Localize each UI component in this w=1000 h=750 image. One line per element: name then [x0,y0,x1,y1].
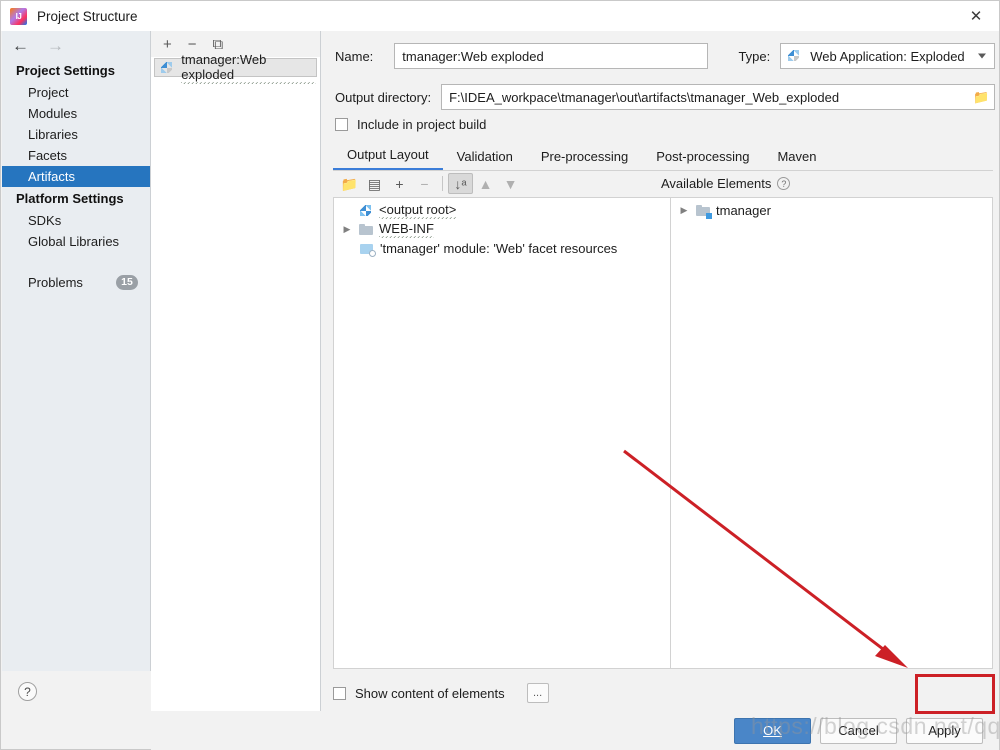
sidebar-item-label: Artifacts [28,169,75,184]
problems-count-badge: 15 [116,275,138,290]
project-structure-dialog: Project Structure ✕ ← → Project Settings… [0,0,1000,750]
artifact-icon [161,61,175,75]
sidebar-item-label: SDKs [28,213,61,228]
chevron-down-icon [978,54,986,59]
back-arrow-icon[interactable]: ← [12,37,29,54]
output-directory-row: Output directory: F:\IDEA_workpace\tmana… [335,84,995,110]
tree-row[interactable]: <output root> [334,201,670,220]
help-icon[interactable]: ? [777,177,790,190]
sidebar-nav: ← → [2,31,150,59]
artifact-name-label: tmanager:Web exploded [181,52,316,84]
sidebar-item-label: Project [28,85,68,100]
sidebar-item-project[interactable]: Project [2,82,150,103]
show-content-row[interactable]: Show content of elements ... [333,683,549,703]
artifact-icon [788,49,803,63]
watermark-text: https://blog.csdn.net/qq_43 [751,713,1000,740]
tree-twisty[interactable]: ▶ [340,224,354,235]
sidebar: ← → Project Settings Project Modules Lib… [2,31,151,711]
remove-element-icon[interactable]: − [412,173,437,194]
sidebar-item-sdks[interactable]: SDKs [2,210,150,231]
name-row: Name: tmanager:Web exploded Type: Web Ap… [335,43,995,69]
sidebar-item-problems[interactable]: Problems 15 [2,271,150,293]
include-in-project-build-label: Include in project build [357,117,486,132]
toolbar-separator [442,176,443,191]
type-label: Type: [738,49,770,64]
tree-twisty[interactable]: ▶ [677,205,691,216]
sidebar-item-libraries[interactable]: Libraries [2,124,150,145]
module-icon [696,204,711,218]
sidebar-item-label: Facets [28,148,67,163]
name-input-value: tmanager:Web exploded [402,49,543,64]
artifact-root-icon [359,204,374,218]
available-elements-tree[interactable]: ▶ tmanager [671,198,992,668]
create-directory-icon[interactable]: 📁 [337,173,362,194]
help-icon[interactable]: ? [18,682,37,701]
tree-row[interactable]: 'tmanager' module: 'Web' facet resources [334,239,670,258]
show-content-of-elements-checkbox[interactable] [333,687,346,700]
tab-pre-processing[interactable]: Pre-processing [527,149,642,170]
window-title: Project Structure [37,9,138,24]
artifacts-list-panel: + − ⧉ tmanager:Web exploded [151,31,321,711]
include-in-project-build-checkbox[interactable] [335,118,348,131]
output-directory-label: Output directory: [335,90,431,105]
sidebar-item-artifacts[interactable]: Artifacts [2,166,150,187]
tab-post-processing[interactable]: Post-processing [642,149,763,170]
add-copy-of-icon[interactable]: + [387,173,412,194]
tab-validation[interactable]: Validation [443,149,527,170]
name-label: Name: [335,49,373,64]
artifact-detail-pane: Name: tmanager:Web exploded Type: Web Ap… [321,31,999,711]
title-bar: Project Structure ✕ [1,1,999,31]
tree-row-label: 'tmanager' module: 'Web' facet resources [380,241,617,256]
remove-artifact-button[interactable]: − [188,37,197,52]
sidebar-item-global-libraries[interactable]: Global Libraries [2,231,150,252]
list-item[interactable]: tmanager:Web exploded [154,58,317,77]
layout-trees: <output root> ▶ WEB-INF 'tmanager' modul… [333,197,993,669]
tab-output-layout[interactable]: Output Layout [333,147,443,170]
sidebar-item-label: Modules [28,106,77,121]
intellij-idea-icon [10,8,27,25]
tree-row-label: <output root> [379,202,456,219]
sidebar-item-modules[interactable]: Modules [2,103,150,124]
output-directory-value: F:\IDEA_workpace\tmanager\out\artifacts\… [449,90,839,105]
name-input[interactable]: tmanager:Web exploded [394,43,708,69]
add-artifact-button[interactable]: + [163,37,172,52]
tree-row-label: tmanager [716,203,771,218]
move-down-icon[interactable]: ▼ [498,173,523,194]
create-archive-icon[interactable]: ▤ [362,173,387,194]
forward-arrow-icon[interactable]: → [47,37,64,54]
available-elements-header: Available Elements ? [661,171,790,196]
help-area: ? [2,671,151,711]
tree-row[interactable]: ▶ WEB-INF [334,220,670,239]
type-combobox-value: Web Application: Exploded [810,49,964,64]
close-icon[interactable]: ✕ [953,1,999,31]
copy-artifact-button[interactable]: ⧉ [213,37,224,52]
sidebar-divider [2,252,150,271]
output-directory-input[interactable]: F:\IDEA_workpace\tmanager\out\artifacts\… [441,84,995,110]
sidebar-item-label: Global Libraries [28,234,119,249]
sidebar-item-label: Problems [28,275,83,290]
folder-browse-icon[interactable]: 📁 [973,91,989,104]
folder-icon [359,223,374,237]
show-content-options-button[interactable]: ... [527,683,549,703]
sidebar-heading-platform-settings: Platform Settings [2,187,150,210]
tab-maven[interactable]: Maven [763,149,830,170]
output-layout-tree[interactable]: <output root> ▶ WEB-INF 'tmanager' modul… [334,198,671,668]
detail-tabs: Output Layout Validation Pre-processing … [333,143,993,171]
sidebar-heading-project-settings: Project Settings [2,59,150,82]
facet-resources-icon [360,242,375,256]
tree-row[interactable]: ▶ tmanager [671,201,992,220]
type-combobox[interactable]: Web Application: Exploded [780,43,995,69]
include-in-project-build-row[interactable]: Include in project build [335,117,486,132]
move-up-icon[interactable]: ▲ [473,173,498,194]
sort-alphabetically-icon[interactable]: ↓ᵃ [448,173,473,194]
sidebar-item-label: Libraries [28,127,78,142]
tree-row-label: WEB-INF [379,221,434,238]
sidebar-item-facets[interactable]: Facets [2,145,150,166]
show-content-of-elements-label: Show content of elements [355,686,505,701]
available-elements-title: Available Elements [661,176,771,191]
